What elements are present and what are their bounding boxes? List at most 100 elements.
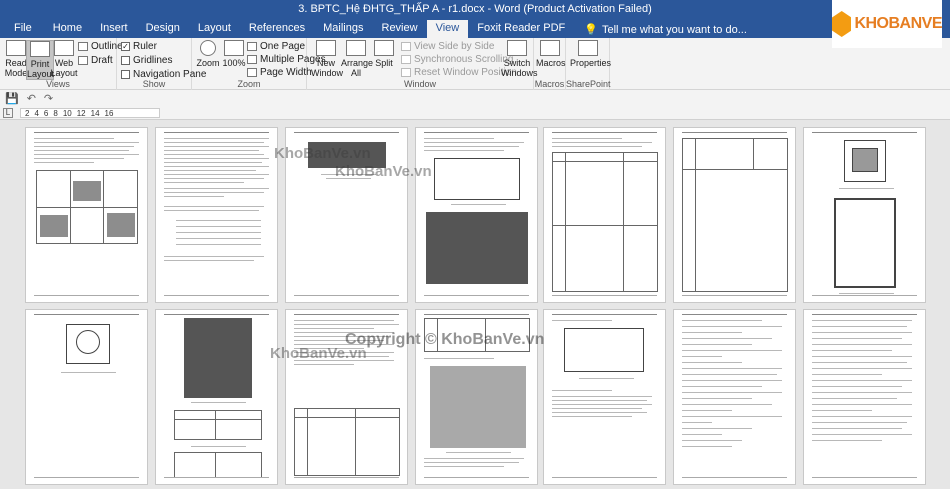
draft-button[interactable]: Draft <box>78 55 113 66</box>
unchecked-box-icon <box>121 70 130 79</box>
document-page[interactable] <box>673 127 796 303</box>
synchronous-scrolling-button[interactable]: Synchronous Scrolling <box>401 54 514 65</box>
save-icon[interactable]: 💾 <box>5 92 19 105</box>
window-title: 3. BPTC_Hệ ĐHTG_THẤP A - r1.docx - Word … <box>298 3 652 15</box>
title-bar: 3. BPTC_Hệ ĐHTG_THẤP A - r1.docx - Word … <box>0 0 950 20</box>
page-width-icon <box>247 68 257 77</box>
unchecked-box-icon <box>121 56 130 65</box>
tab-file[interactable]: File <box>2 20 44 38</box>
undo-icon[interactable]: ↶ <box>27 92 36 105</box>
new-window-label: New Window <box>311 58 344 78</box>
zoom-label: Zoom <box>196 58 220 68</box>
read-mode-label: Read Mode <box>4 58 28 78</box>
macros-group-label: Macros <box>534 79 565 89</box>
view-side-by-side-label: View Side by Side <box>414 41 495 52</box>
document-page[interactable] <box>803 127 926 303</box>
tab-mailings[interactable]: Mailings <box>314 20 372 38</box>
one-page-label: One Page <box>260 41 306 52</box>
tab-layout[interactable]: Layout <box>189 20 240 38</box>
gridlines-checkbox[interactable]: Gridlines <box>121 55 172 66</box>
ruler-mark: 16 <box>104 108 114 118</box>
tell-me-text: Tell me what you want to do... <box>601 23 747 36</box>
document-area[interactable]: KhoBanVe.vn KhoBanVe.vn KhoBanVe.vn Copy… <box>0 125 950 489</box>
tab-references[interactable]: References <box>240 20 314 38</box>
arrange-all-icon <box>346 40 366 56</box>
document-page[interactable] <box>543 127 666 303</box>
checkmark-icon: ✓ <box>121 42 130 51</box>
redo-icon[interactable]: ↷ <box>44 92 53 105</box>
document-page[interactable] <box>543 309 666 485</box>
lightbulb-icon: 💡 <box>584 24 598 36</box>
switch-windows-icon <box>507 40 527 56</box>
zoom-100-button[interactable]: 100% <box>220 40 248 68</box>
ruler-mark: 4 <box>34 108 39 118</box>
ruler-mark: 10 <box>62 108 72 118</box>
view-side-by-side-button[interactable]: View Side by Side <box>401 41 494 52</box>
outline-button[interactable]: Outline <box>78 41 123 52</box>
tab-design[interactable]: Design <box>137 20 189 38</box>
one-page-button[interactable]: One Page <box>247 41 305 52</box>
group-macros: Macros Macros <box>534 38 566 90</box>
properties-button[interactable]: Properties <box>570 40 611 68</box>
macros-label: Macros <box>536 58 566 68</box>
ruler-label: Ruler <box>133 41 157 52</box>
new-window-button[interactable]: New Window <box>311 40 344 78</box>
multiple-pages-icon <box>247 55 257 64</box>
group-window: New Window Arrange All Split View Side b… <box>307 38 538 90</box>
document-page[interactable] <box>25 309 148 485</box>
switch-windows-button[interactable]: Switch Windows <box>501 40 538 78</box>
document-page[interactable] <box>673 309 796 485</box>
reset-window-icon <box>401 68 411 77</box>
reset-window-position-button[interactable]: Reset Window Position <box>401 67 517 78</box>
group-show: ✓ Ruler Gridlines Navigation Pane Show <box>117 38 206 90</box>
gridlines-label: Gridlines <box>133 55 173 66</box>
ruler-bar: L 2 4 6 8 10 12 14 16 <box>0 106 950 120</box>
ruler-mark: 8 <box>53 108 58 118</box>
ruler-mark: 6 <box>43 108 49 118</box>
document-page[interactable] <box>415 127 538 303</box>
zoom-button[interactable]: Zoom <box>194 40 222 68</box>
ribbon-view: Read Mode Print Layout Web Layout Outlin… <box>0 38 950 90</box>
switch-windows-label: Switch Windows <box>501 58 538 78</box>
document-page[interactable] <box>155 127 278 303</box>
document-page[interactable] <box>803 309 926 485</box>
new-window-icon <box>316 40 336 56</box>
outline-icon <box>78 42 88 51</box>
ruler-checkbox[interactable]: ✓ Ruler <box>121 41 157 52</box>
side-by-side-icon <box>401 42 411 51</box>
web-layout-icon <box>54 40 74 56</box>
tab-home[interactable]: Home <box>44 20 91 38</box>
web-layout-button[interactable]: Web Layout <box>50 40 78 78</box>
one-page-icon <box>247 42 257 51</box>
tab-selector[interactable]: L <box>3 108 13 118</box>
magnifier-icon <box>200 40 216 56</box>
document-page[interactable] <box>285 127 408 303</box>
draft-label: Draft <box>91 55 113 66</box>
arrange-all-button[interactable]: Arrange All <box>341 40 373 78</box>
horizontal-ruler[interactable]: 2 4 6 8 10 12 14 16 <box>20 108 160 118</box>
logo-text: KHOBANVE <box>854 15 942 32</box>
split-button[interactable]: Split <box>371 40 397 68</box>
document-page[interactable] <box>155 309 278 485</box>
macros-icon <box>540 40 560 56</box>
macros-button[interactable]: Macros <box>536 40 566 68</box>
quick-access-toolbar: 💾 ↶ ↷ <box>0 90 950 106</box>
tab-view[interactable]: View <box>426 20 469 38</box>
ruler-mark: 12 <box>76 108 86 118</box>
tab-insert[interactable]: Insert <box>91 20 137 38</box>
zoom-100-icon <box>224 40 244 56</box>
document-page[interactable] <box>25 127 148 303</box>
tab-foxit-reader-pdf[interactable]: Foxit Reader PDF <box>468 20 574 38</box>
split-label: Split <box>375 58 393 68</box>
ruler-mark: 14 <box>90 108 100 118</box>
page-width-button[interactable]: Page Width <box>247 67 312 78</box>
sharepoint-group-label: SharePoint <box>566 79 611 89</box>
properties-label: Properties <box>570 58 612 68</box>
tab-review[interactable]: Review <box>373 20 427 38</box>
sync-scroll-icon <box>401 55 411 64</box>
group-views: Read Mode Print Layout Web Layout Outlin… <box>0 38 123 90</box>
page-width-label: Page Width <box>260 67 312 78</box>
split-icon <box>374 40 394 56</box>
logo-mark-icon <box>832 11 852 37</box>
tell-me-box[interactable]: 💡 Tell me what you want to do... <box>574 21 757 38</box>
